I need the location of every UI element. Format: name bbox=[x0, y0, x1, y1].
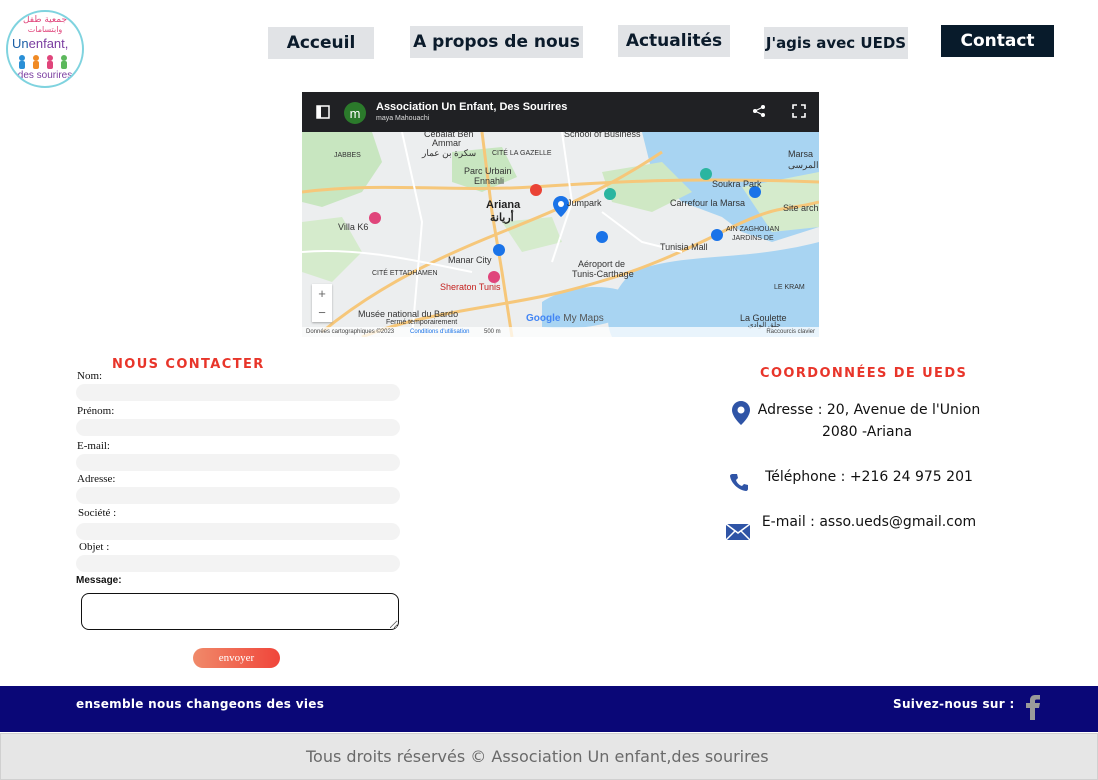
google-brand-mymaps: My Maps bbox=[563, 313, 604, 324]
logo-name-enfant: enfant, bbox=[28, 36, 69, 51]
children-illustration-icon bbox=[19, 55, 67, 69]
contact-address-line2: 2080 -Ariana bbox=[821, 424, 913, 440]
contact-email[interactable]: E-mail : asso.ueds@gmail.com bbox=[760, 514, 978, 530]
map-label-parc: Parc Urbain bbox=[464, 166, 512, 176]
objet-input[interactable] bbox=[76, 555, 400, 572]
map-shortcuts-link[interactable]: Raccourcis clavier bbox=[766, 327, 815, 337]
map-label-tunis-carthage: Tunis-Carthage bbox=[572, 269, 634, 279]
map-label-jardins: JARDINS DE bbox=[732, 235, 774, 242]
map-label-jabbes: JABBES bbox=[334, 152, 361, 159]
footer-band: ensemble nous changeons des vies Suivez-… bbox=[0, 686, 1098, 732]
map-label-villa: Villa K6 bbox=[338, 222, 369, 232]
embedded-map[interactable]: m Association Un Enfant, Des Sourires ma… bbox=[302, 92, 819, 337]
map-label-ferme: Fermé temporairement bbox=[386, 319, 458, 326]
map-label-bardo: Musée national du Bardo bbox=[358, 309, 459, 319]
map-label-ammar: Ammar bbox=[432, 138, 461, 148]
map-label-zaghouan: AIN ZAGHOUAN bbox=[726, 226, 780, 233]
map-terms-link[interactable]: Conditions d'utilisation bbox=[410, 327, 470, 337]
map-footer: Données cartographiques ©2023 Conditions… bbox=[302, 327, 819, 337]
map-label-site: Site arch bbox=[783, 203, 819, 213]
panel-toggle-icon[interactable] bbox=[316, 105, 330, 119]
map-label-school: School of Business bbox=[564, 129, 641, 139]
message-textarea[interactable] bbox=[81, 593, 399, 630]
email-input[interactable] bbox=[76, 454, 400, 471]
map-label-marsa-ar: المرسى bbox=[788, 160, 819, 170]
copyright-text: Tous droits réservés © Association Un en… bbox=[306, 747, 769, 766]
site-logo[interactable]: جمعية طفل وابتسامات Unenfant, des sourir… bbox=[6, 10, 84, 88]
logo-sourires: des sourires bbox=[17, 70, 73, 81]
nav-jagis[interactable]: J'agis avec UEDS bbox=[764, 27, 908, 59]
zoom-in-button[interactable]: + bbox=[312, 284, 332, 303]
map-title: Association Un Enfant, Des Sourires bbox=[376, 101, 568, 113]
form-title: NOUS CONTACTER bbox=[112, 357, 265, 372]
map-toolbar: m Association Un Enfant, Des Sourires ma… bbox=[302, 92, 819, 132]
map-label-ariana-ar: أريانة bbox=[490, 212, 514, 224]
send-button[interactable]: envoyer bbox=[193, 648, 280, 668]
label-message: Message: bbox=[76, 575, 122, 586]
map-scale: 500 m bbox=[484, 329, 501, 335]
map-label-ammar-ar: سكرة بن عمار bbox=[422, 148, 477, 158]
map-label-tunisia-mall: Tunisia Mall bbox=[660, 242, 708, 252]
map-label-aeroport: Aéroport de bbox=[578, 259, 626, 269]
logo-name-un: Un bbox=[12, 36, 29, 51]
label-societe: Société : bbox=[78, 507, 117, 519]
map-label-manar: Manar City bbox=[448, 255, 492, 265]
logo-arabic-line1: جمعية طفل bbox=[22, 15, 68, 25]
zoom-out-button[interactable]: − bbox=[312, 303, 332, 322]
map-label-jumpark: Jumpark bbox=[567, 198, 602, 208]
contact-title: COORDONNÉES DE UEDS bbox=[760, 366, 968, 381]
map-label-ariana: Ariana bbox=[486, 199, 521, 211]
map-data-credit: Données cartographiques ©2023 bbox=[306, 329, 395, 335]
prenom-input[interactable] bbox=[76, 419, 400, 436]
logo-name: Unenfant, bbox=[12, 36, 68, 51]
label-prenom: Prénom: bbox=[77, 405, 115, 417]
nom-input[interactable] bbox=[76, 384, 400, 401]
map-label-ennahli: Ennahli bbox=[474, 176, 505, 186]
label-objet: Objet : bbox=[79, 541, 110, 553]
phone-icon bbox=[730, 474, 748, 491]
contact-address-line1: Adresse : 20, Avenue de l'Union bbox=[757, 402, 981, 418]
map-label-soukra: Soukra Park bbox=[712, 179, 762, 189]
map-zoom-control: + − bbox=[312, 284, 332, 322]
map-owner-avatar: m bbox=[344, 102, 366, 124]
nav-contact[interactable]: Contact bbox=[941, 25, 1054, 57]
nav-a-propos[interactable]: A propos de nous bbox=[410, 26, 583, 58]
contact-phone: Téléphone : +216 24 975 201 bbox=[765, 469, 973, 485]
copyright-bar: Tous droits réservés © Association Un en… bbox=[0, 733, 1098, 780]
logo-arabic-line2: وابتسامات bbox=[27, 25, 63, 34]
map-subtitle: maya Mahouachi bbox=[376, 115, 430, 122]
map-label-gazelle: CITÉ LA GAZELLE bbox=[492, 150, 552, 157]
label-email: E-mail: bbox=[77, 440, 110, 452]
map-label-marsa: Marsa bbox=[788, 149, 814, 159]
map-label-kram: LE KRAM bbox=[774, 284, 805, 291]
facebook-icon[interactable] bbox=[1021, 690, 1043, 722]
adresse-input[interactable] bbox=[76, 487, 400, 504]
google-brand-google: Google bbox=[526, 313, 561, 324]
label-adresse: Adresse: bbox=[77, 473, 116, 485]
share-icon[interactable] bbox=[752, 104, 766, 118]
label-nom: Nom: bbox=[77, 370, 103, 382]
map-label-carrefour: Carrefour la Marsa bbox=[670, 198, 746, 208]
email-icon bbox=[725, 523, 751, 541]
footer-slogan: ensemble nous changeons des vies bbox=[76, 697, 325, 711]
societe-input[interactable] bbox=[76, 523, 400, 540]
map-label-ettadhamen: CITÉ ETTADHAMEN bbox=[372, 270, 438, 277]
location-pin-icon bbox=[732, 401, 750, 425]
fullscreen-icon[interactable] bbox=[792, 104, 806, 118]
footer-follow-label: Suivez-nous sur : bbox=[893, 697, 1015, 711]
map-label-sheraton: Sheraton Tunis bbox=[440, 282, 501, 292]
nav-acceuil[interactable]: Acceuil bbox=[268, 27, 374, 59]
google-brand: Google My Maps bbox=[526, 313, 604, 324]
nav-actualites[interactable]: Actualités bbox=[618, 25, 730, 57]
